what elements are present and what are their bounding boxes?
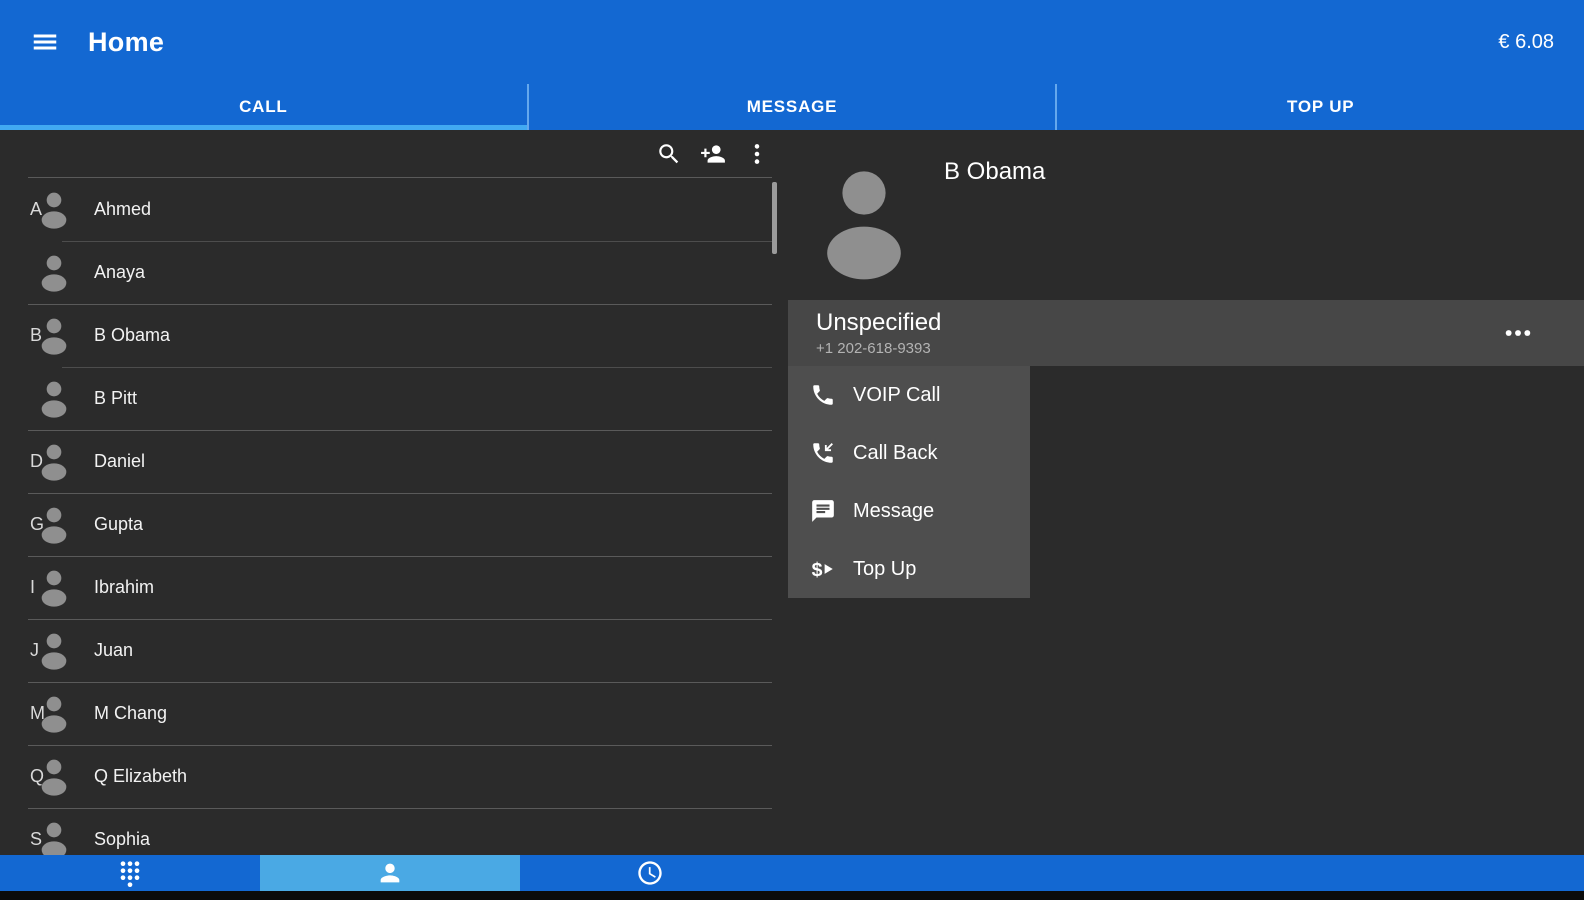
group-letter: A (0, 199, 34, 220)
group-letter: B (0, 325, 34, 346)
contact-row[interactable]: Q Q Elizabeth (0, 745, 780, 808)
contact-avatar-icon (34, 566, 74, 610)
contact-name: Ahmed (94, 199, 151, 220)
recents-icon (636, 859, 664, 887)
contact-avatar-icon (34, 377, 74, 421)
nav-black-strip (0, 891, 1584, 900)
dialpad-icon (116, 859, 144, 887)
contact-row[interactable]: B B Obama (0, 304, 780, 367)
app-screen: Home € 6.08 CALLMESSAGETOP UP A Ahmed Anay… (0, 0, 1584, 900)
group-letter: M (0, 703, 34, 724)
contact-row[interactable]: Anaya (0, 241, 780, 304)
contact-name: Daniel (94, 451, 145, 472)
contact-name: Sophia (94, 829, 150, 850)
top-up-icon: $ (810, 556, 836, 582)
more-vert-icon (744, 141, 770, 167)
contact-avatar-icon (34, 818, 74, 856)
number-texts: Unspecified +1 202-618-9393 (816, 309, 941, 357)
contact-avatar-icon (34, 503, 74, 547)
balance: € 6.08 (1498, 31, 1554, 54)
contacts-icon (376, 859, 404, 887)
contact-row[interactable]: D Daniel (0, 430, 780, 493)
nav-dialpad-button[interactable] (0, 855, 260, 891)
tab-call[interactable]: CALL (0, 84, 527, 130)
tab-message[interactable]: MESSAGE (527, 84, 1056, 130)
group-letter: G (0, 514, 34, 535)
call-back-icon (810, 440, 836, 466)
contact-name: Q Elizabeth (94, 766, 187, 787)
action-label: Message (853, 500, 934, 523)
number-strip: Unspecified +1 202-618-9393 (788, 300, 1584, 366)
group-letter: J (0, 640, 34, 661)
nav-contacts-button[interactable] (260, 855, 520, 891)
contact-name: Juan (94, 640, 133, 661)
phone-number: +1 202-618-9393 (816, 340, 941, 357)
search-icon (656, 141, 682, 167)
message-item[interactable]: Message (788, 482, 1030, 540)
contact-name: Gupta (94, 514, 143, 535)
voip-call-icon (810, 382, 836, 408)
svg-text:$: $ (812, 559, 823, 581)
contact-row[interactable]: M M Chang (0, 682, 780, 745)
number-label: Unspecified (816, 309, 941, 337)
menu-icon[interactable] (30, 27, 60, 57)
contact-row[interactable]: B Pitt (0, 367, 780, 430)
contacts-panel: AAhmedAnayaBB ObamaB PittDDanielGGuptaII… (0, 130, 780, 855)
message-icon (810, 498, 836, 524)
action-label: Call Back (853, 442, 937, 465)
group-letter: Q (0, 766, 34, 787)
voip-call-item[interactable]: VOIP Call (788, 366, 1030, 424)
contact-list: AAhmedAnayaBB ObamaB PittDDanielGGuptaII… (0, 178, 780, 855)
more-horiz-icon[interactable] (1502, 317, 1534, 349)
action-menu: VOIP Call Call Back Message $ Top Up (788, 366, 1030, 598)
contacts-toolbar (0, 130, 780, 178)
contact-name: Anaya (94, 262, 145, 283)
contact-detail-name: B Obama (944, 158, 1045, 186)
group-letter: S (0, 829, 34, 850)
contact-detail-avatar-icon (816, 166, 912, 284)
group-letter: I (0, 577, 34, 598)
tab-top-up[interactable]: TOP UP (1055, 84, 1584, 130)
contact-row[interactable]: I Ibrahim (0, 556, 780, 619)
top-up-item[interactable]: $ Top Up (788, 540, 1030, 598)
search-button[interactable] (656, 141, 682, 167)
nav-recents-button[interactable] (520, 855, 780, 891)
contact-avatar-icon (34, 188, 74, 232)
bottom-nav-bar (0, 855, 1584, 891)
app-bar: Home € 6.08 (0, 0, 1584, 84)
contact-avatar-icon (34, 629, 74, 673)
action-label: Top Up (853, 558, 916, 581)
add-contact-button[interactable] (700, 141, 726, 167)
contact-row[interactable]: S Sophia (0, 808, 780, 855)
add-contact-icon (700, 141, 726, 167)
contact-avatar-icon (34, 314, 74, 358)
page-title: Home (88, 27, 164, 58)
contact-name: B Obama (94, 325, 170, 346)
contact-name: Ibrahim (94, 577, 154, 598)
call-back-item[interactable]: Call Back (788, 424, 1030, 482)
tab-bar: CALLMESSAGETOP UP (0, 84, 1584, 130)
contact-name: B Pitt (94, 388, 137, 409)
action-label: VOIP Call (853, 384, 940, 407)
contact-avatar-icon (34, 692, 74, 736)
contact-avatar-icon (34, 251, 74, 295)
contact-name: M Chang (94, 703, 167, 724)
contact-row[interactable]: G Gupta (0, 493, 780, 556)
bottom-nav (0, 855, 1584, 900)
contact-avatar-icon (34, 440, 74, 484)
group-letter: D (0, 451, 34, 472)
scrollbar[interactable] (772, 182, 777, 254)
contact-avatar-icon (34, 755, 74, 799)
more-vert-button[interactable] (744, 141, 770, 167)
contact-detail-panel: B Obama Unspecified +1 202-618-9393 VOIP… (780, 130, 1584, 855)
contact-row[interactable]: J Juan (0, 619, 780, 682)
contact-row[interactable]: A Ahmed (0, 178, 780, 241)
